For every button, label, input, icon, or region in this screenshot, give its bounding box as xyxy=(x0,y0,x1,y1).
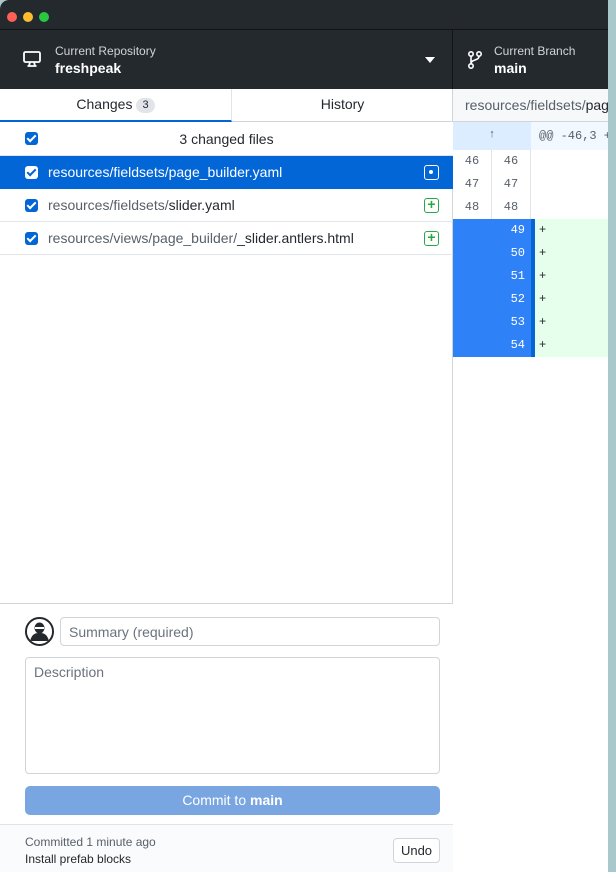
diff-line-text: + xyxy=(535,288,608,311)
app-window: Current Repository freshpeak Current Bra… xyxy=(0,0,608,872)
changed-files-header: 3 changed files xyxy=(0,122,453,156)
old-line-number xyxy=(453,334,492,357)
tab-changes[interactable]: Changes 3 xyxy=(0,89,232,122)
file-directory: resources/views/page_builder/ xyxy=(48,230,238,246)
new-line-number: 51 xyxy=(492,265,535,288)
old-line-number xyxy=(453,311,492,334)
undo-button[interactable]: Undo xyxy=(393,838,440,863)
tab-changes-label: Changes xyxy=(76,96,133,112)
diff-line[interactable]: 52 + xyxy=(453,288,608,311)
last-commit-time: Committed 1 minute ago xyxy=(25,835,156,849)
diff-line[interactable]: 50 + xyxy=(453,242,608,265)
diff-file-directory: resources/fieldsets/ xyxy=(465,97,586,113)
tab-history-label: History xyxy=(320,96,365,112)
old-line-number xyxy=(453,265,492,288)
commit-button[interactable]: Commit to main xyxy=(25,786,440,815)
last-commit-message: Install prefab blocks xyxy=(25,852,132,866)
diff-line-text: + xyxy=(535,219,608,242)
file-directory: resources/fieldsets/ xyxy=(48,197,169,213)
title-bar xyxy=(0,0,608,29)
current-branch-button[interactable]: Current Branch main xyxy=(453,30,608,90)
commit-button-label: Commit to xyxy=(182,792,250,808)
avatar xyxy=(25,617,54,646)
new-line-number: 46 xyxy=(492,150,531,173)
old-line-number: 48 xyxy=(453,196,492,219)
diff-line[interactable]: 48 48 xyxy=(453,196,608,219)
minimize-window-button[interactable] xyxy=(23,12,33,22)
tab-history[interactable]: History xyxy=(232,89,453,122)
chevron-down-icon xyxy=(425,57,435,63)
expand-up-icon[interactable]: ↑ xyxy=(453,122,531,150)
toolbar: Current Repository freshpeak Current Bra… xyxy=(0,29,608,90)
close-window-button[interactable] xyxy=(7,12,17,22)
hunk-header: ↑ @@ -46,3 +46,9 @@ xyxy=(453,122,608,150)
diff-line[interactable]: 47 47 xyxy=(453,173,608,196)
commit-description-input[interactable] xyxy=(25,657,440,774)
file-added-icon: + xyxy=(424,230,439,246)
commit-summary-input[interactable] xyxy=(60,617,440,646)
diff-file-name: page_builder.yaml xyxy=(585,97,608,113)
file-directory: resources/fieldsets/ xyxy=(48,164,169,180)
file-path: resources/fieldsets/page_builder.yaml xyxy=(48,164,282,180)
new-line-number: 50 xyxy=(492,242,535,265)
file-list-item[interactable]: resources/fieldsets/slider.yaml + xyxy=(0,189,453,222)
diff-line[interactable]: 46 46 xyxy=(453,150,608,173)
changed-files-count: 3 changed files xyxy=(179,131,274,147)
branch-label: Current Branch xyxy=(494,44,576,58)
repository-name: freshpeak xyxy=(55,60,122,76)
user-avatar-icon xyxy=(27,619,52,644)
file-path: resources/views/page_builder/_slider.ant… xyxy=(48,230,354,246)
diff-line-text: + xyxy=(535,242,608,265)
file-checkbox[interactable] xyxy=(25,166,38,179)
diff-line-text: + xyxy=(535,311,608,334)
tab-bar: Changes 3 History xyxy=(0,89,453,122)
old-line-number: 47 xyxy=(453,173,492,196)
diff-panel: resources/fieldsets/page_builder.yaml ↑ … xyxy=(453,89,608,872)
file-modified-icon xyxy=(424,165,439,180)
file-name: page_builder.yaml xyxy=(168,164,283,180)
file-checkbox[interactable] xyxy=(25,232,38,245)
file-added-icon: + xyxy=(424,197,439,213)
git-branch-icon xyxy=(467,50,483,70)
hunk-header-text: @@ -46,3 +46,9 @@ xyxy=(539,129,608,143)
diff-line-text: + xyxy=(535,334,608,357)
file-name: slider.yaml xyxy=(168,197,235,213)
file-list-item[interactable]: resources/fieldsets/page_builder.yaml xyxy=(0,156,453,189)
diff-line[interactable]: 53 + xyxy=(453,311,608,334)
diff-line-text xyxy=(535,173,608,196)
new-line-number: 49 xyxy=(492,219,535,242)
file-checkbox[interactable] xyxy=(25,199,38,212)
diff-line-text: + xyxy=(535,265,608,288)
commit-button-branch: main xyxy=(250,792,283,808)
diff-line[interactable]: 54 + xyxy=(453,334,608,357)
new-line-number: 54 xyxy=(492,334,535,357)
file-name: _slider.antlers.html xyxy=(237,230,354,246)
diff-file-path: resources/fieldsets/page_builder.yaml xyxy=(453,89,608,122)
last-commit-panel: Committed 1 minute ago Install prefab bl… xyxy=(0,824,453,872)
diff-line-text xyxy=(535,196,608,219)
new-line-number: 47 xyxy=(492,173,531,196)
desktop-icon xyxy=(23,51,41,67)
new-line-number: 53 xyxy=(492,311,535,334)
diff-line-text xyxy=(535,150,608,173)
branch-name: main xyxy=(494,60,527,76)
old-line-number xyxy=(453,219,492,242)
current-repository-button[interactable]: Current Repository freshpeak xyxy=(0,30,453,90)
new-line-number: 48 xyxy=(492,196,531,219)
old-line-number: 46 xyxy=(453,150,492,173)
changes-sidebar: Changes 3 History 3 changed files resourc… xyxy=(0,89,453,872)
new-line-number: 52 xyxy=(492,288,535,311)
file-list-item[interactable]: resources/views/page_builder/_slider.ant… xyxy=(0,222,453,255)
changes-count-badge: 3 xyxy=(136,98,155,113)
diff-line[interactable]: 51 + xyxy=(453,265,608,288)
old-line-number xyxy=(453,288,492,311)
commit-form: Commit to main xyxy=(0,603,453,824)
repository-label: Current Repository xyxy=(55,44,156,58)
file-path: resources/fieldsets/slider.yaml xyxy=(48,197,235,213)
diff-line[interactable]: 49 + xyxy=(453,219,608,242)
maximize-window-button[interactable] xyxy=(39,12,49,22)
old-line-number xyxy=(453,242,492,265)
